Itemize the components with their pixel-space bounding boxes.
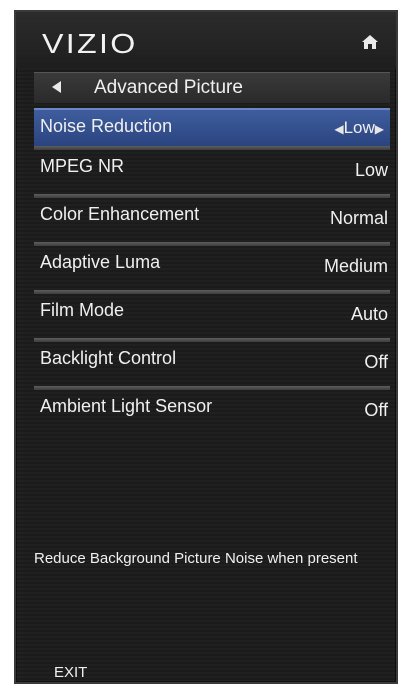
- menu-title: Advanced Picture: [94, 77, 243, 98]
- row-divider: [34, 290, 390, 294]
- exit-button[interactable]: EXIT: [54, 664, 87, 681]
- top-bar: VIZIO: [16, 12, 396, 68]
- menu-item-label: Ambient Light Sensor: [40, 396, 213, 416]
- chevron-right-icon[interactable]: ▶: [375, 122, 384, 136]
- row-divider: [34, 338, 390, 342]
- menu-item-value: Off: [364, 352, 388, 372]
- menu-item-label: Color Enhancement: [40, 204, 200, 224]
- row-divider: [34, 386, 390, 390]
- menu-item-label: Film Mode: [40, 300, 125, 320]
- menu-item-value[interactable]: ◀Low▶: [334, 118, 384, 138]
- menu-item-label: Noise Reduction: [40, 116, 173, 136]
- menu-item-color-enhancement[interactable]: Color Enhancement Normal: [34, 194, 390, 242]
- help-description: Reduce Background Picture Noise when pre…: [34, 550, 358, 567]
- tv-menu-panel: VIZIO Advanced Picture Noise Reduction ◀…: [14, 10, 398, 684]
- menu-item-label: MPEG NR: [40, 156, 125, 176]
- menu-item-value: Off: [364, 400, 388, 420]
- chevron-left-icon[interactable]: ◀: [334, 122, 343, 136]
- settings-menu: Noise Reduction ◀Low▶ MPEG NR Low Color …: [34, 108, 390, 434]
- menu-item-value: Low: [354, 160, 388, 180]
- menu-item-backlight-control[interactable]: Backlight Control Off: [34, 338, 390, 386]
- back-header[interactable]: Advanced Picture: [34, 72, 390, 103]
- row-divider: [34, 146, 390, 150]
- menu-item-value: Auto: [350, 304, 388, 324]
- back-arrow-icon[interactable]: [52, 81, 61, 93]
- home-icon[interactable]: [360, 32, 380, 52]
- menu-item-noise-reduction[interactable]: Noise Reduction ◀Low▶: [34, 108, 390, 146]
- menu-item-value: Medium: [323, 256, 388, 276]
- menu-item-label: Backlight Control: [40, 348, 177, 368]
- menu-item-adaptive-luma[interactable]: Adaptive Luma Medium: [34, 242, 390, 290]
- brand-logo: VIZIO: [42, 28, 138, 59]
- row-divider: [34, 242, 390, 246]
- menu-item-label: Adaptive Luma: [40, 252, 161, 272]
- menu-item-ambient-light-sensor[interactable]: Ambient Light Sensor Off: [34, 386, 390, 434]
- menu-item-value: Normal: [329, 208, 388, 228]
- menu-item-mpeg-nr[interactable]: MPEG NR Low: [34, 146, 390, 194]
- menu-item-film-mode[interactable]: Film Mode Auto: [34, 290, 390, 338]
- row-divider: [34, 194, 390, 198]
